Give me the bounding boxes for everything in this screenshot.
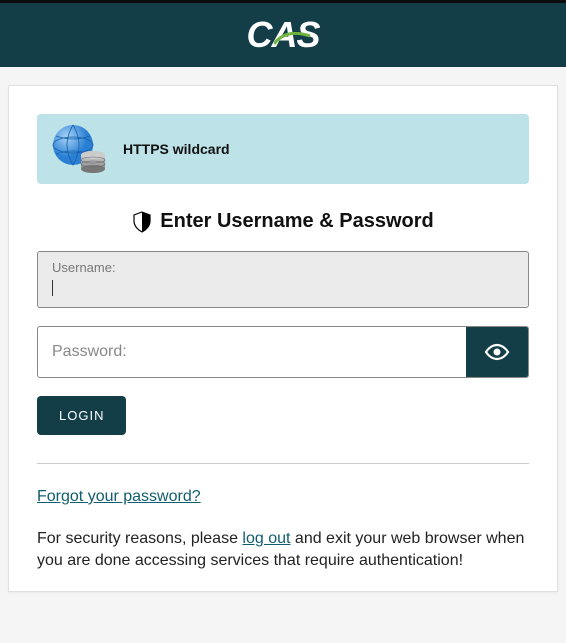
app-header: CAS	[0, 3, 566, 67]
form-title-text: Enter Username & Password	[160, 210, 433, 233]
forgot-password-link[interactable]: Forgot your password?	[37, 488, 201, 505]
divider	[37, 463, 529, 464]
login-card: HTTPS wildcard Enter Username & Password…	[8, 85, 558, 592]
username-label: Username:	[52, 260, 514, 275]
shield-icon	[132, 211, 152, 233]
form-title: Enter Username & Password	[37, 210, 529, 233]
globe-database-icon	[51, 124, 109, 174]
username-field-box[interactable]: Username:	[37, 251, 529, 308]
password-group: Password:	[37, 326, 529, 378]
text-caret	[52, 280, 53, 296]
brand-logo: CAS	[246, 14, 319, 56]
login-button[interactable]: LOGIN	[37, 396, 126, 435]
username-group: Username:	[37, 251, 529, 308]
swoosh-icon	[274, 32, 310, 46]
security-prefix: For security reasons, please	[37, 530, 242, 547]
service-name: HTTPS wildcard	[123, 141, 230, 157]
password-field-box[interactable]: Password:	[37, 326, 529, 378]
password-label: Password:	[52, 343, 452, 361]
eye-icon	[484, 343, 510, 361]
service-banner: HTTPS wildcard	[37, 114, 529, 184]
security-message: For security reasons, please log out and…	[37, 528, 529, 571]
toggle-password-visibility-button[interactable]	[466, 327, 528, 377]
logout-link[interactable]: log out	[242, 530, 290, 547]
